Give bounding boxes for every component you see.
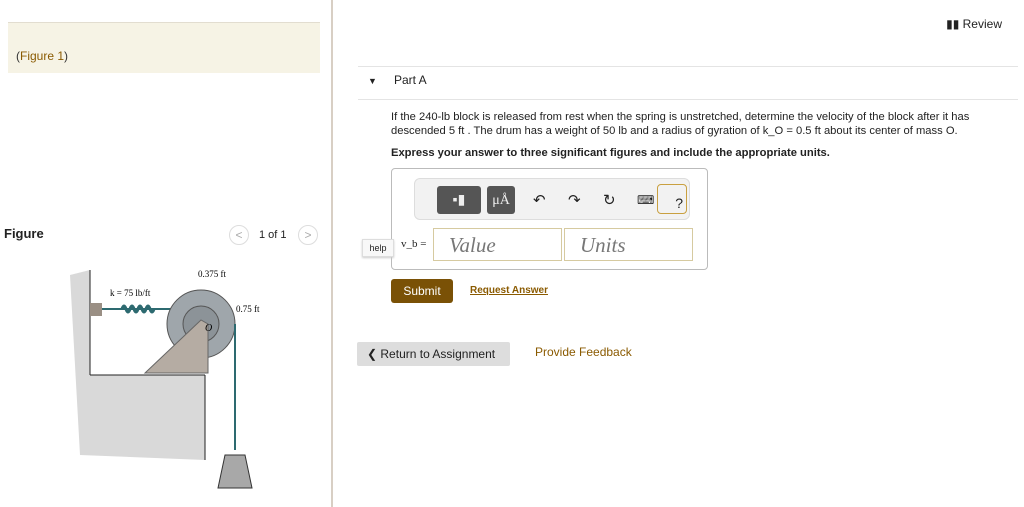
reset-icon[interactable]: ↻ (603, 191, 616, 209)
instruction: Express your answer to three significant… (391, 147, 830, 159)
pager-count: 1 of 1 (259, 229, 287, 241)
question-line: If the 240-lb block is released from res… (391, 111, 970, 123)
figure-title: Figure (4, 226, 44, 241)
label-inner-radius: 0.375 ft (198, 269, 226, 279)
help-button[interactable]: ? (657, 184, 687, 214)
figure-link[interactable]: Figure 1 (20, 49, 64, 63)
collapse-triangle-icon: ▼ (368, 76, 377, 86)
math-toolbar: ▪▮ μÅ ↶ ↷ ↻ ⌨ ? (414, 178, 690, 220)
figure-image: 0.375 ft 0.75 ft k = 75 lb/ft O (70, 269, 260, 489)
label-spring: k = 75 lb/ft (110, 288, 151, 298)
paren: ) (64, 49, 69, 63)
value-input[interactable]: Value (433, 228, 562, 261)
templates-button[interactable]: ▪▮ (437, 186, 481, 214)
review-link[interactable]: ▮▮ Review (946, 17, 1002, 31)
units-input[interactable]: Units (564, 228, 693, 261)
prev-figure-button[interactable]: < (229, 225, 249, 245)
part-a-header[interactable]: ▼ Part A (358, 66, 1018, 100)
part-label: Part A (394, 73, 427, 87)
next-figure-button[interactable]: > (298, 225, 318, 245)
question-line: descended 5 ft . The drum has a weight o… (391, 125, 958, 137)
redo-icon[interactable]: ↷ (568, 191, 581, 209)
review-label: Review (962, 17, 1002, 31)
question-text: If the 240-lb block is released from res… (391, 110, 1011, 138)
book-icon: ▮▮ (946, 17, 963, 31)
label-center: O (205, 323, 212, 334)
request-answer-link[interactable]: Request Answer (470, 285, 548, 296)
variable-label: v_b = (401, 238, 427, 250)
return-label: Return to Assignment (380, 347, 496, 361)
help-tab[interactable]: help (362, 239, 394, 257)
spring-mount (90, 303, 102, 316)
block (217, 454, 253, 489)
submit-button[interactable]: Submit (391, 279, 453, 303)
chevron-left-icon: ❮ (367, 347, 381, 361)
panel-divider[interactable] (331, 0, 333, 507)
label-outer-radius: 0.75 ft (236, 304, 260, 314)
undo-icon[interactable]: ↶ (533, 191, 546, 209)
units-button[interactable]: μÅ (487, 186, 515, 214)
spring (120, 304, 156, 314)
figure-caption: (Figure 1) (8, 22, 320, 73)
return-to-assignment-button[interactable]: ❮ Return to Assignment (357, 342, 510, 366)
provide-feedback-link[interactable]: Provide Feedback (535, 345, 632, 359)
keyboard-icon[interactable]: ⌨ (637, 193, 654, 207)
